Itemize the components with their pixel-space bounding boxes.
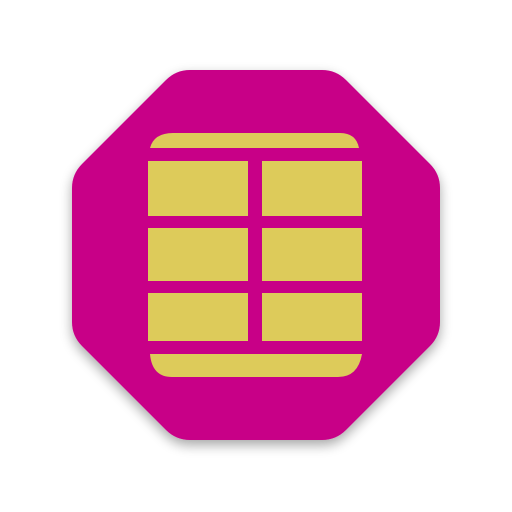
chip-pad — [148, 161, 248, 216]
sim-card-chip-icon — [72, 70, 440, 440]
chip-pad — [262, 161, 362, 216]
chip-pad — [148, 293, 248, 341]
chip-pad — [262, 293, 362, 341]
chip-bottom-bar — [150, 354, 362, 377]
chip-top-bar — [150, 133, 359, 148]
octagon-frame — [72, 70, 440, 440]
chip-pad — [262, 228, 362, 281]
chip-pad — [148, 228, 248, 281]
